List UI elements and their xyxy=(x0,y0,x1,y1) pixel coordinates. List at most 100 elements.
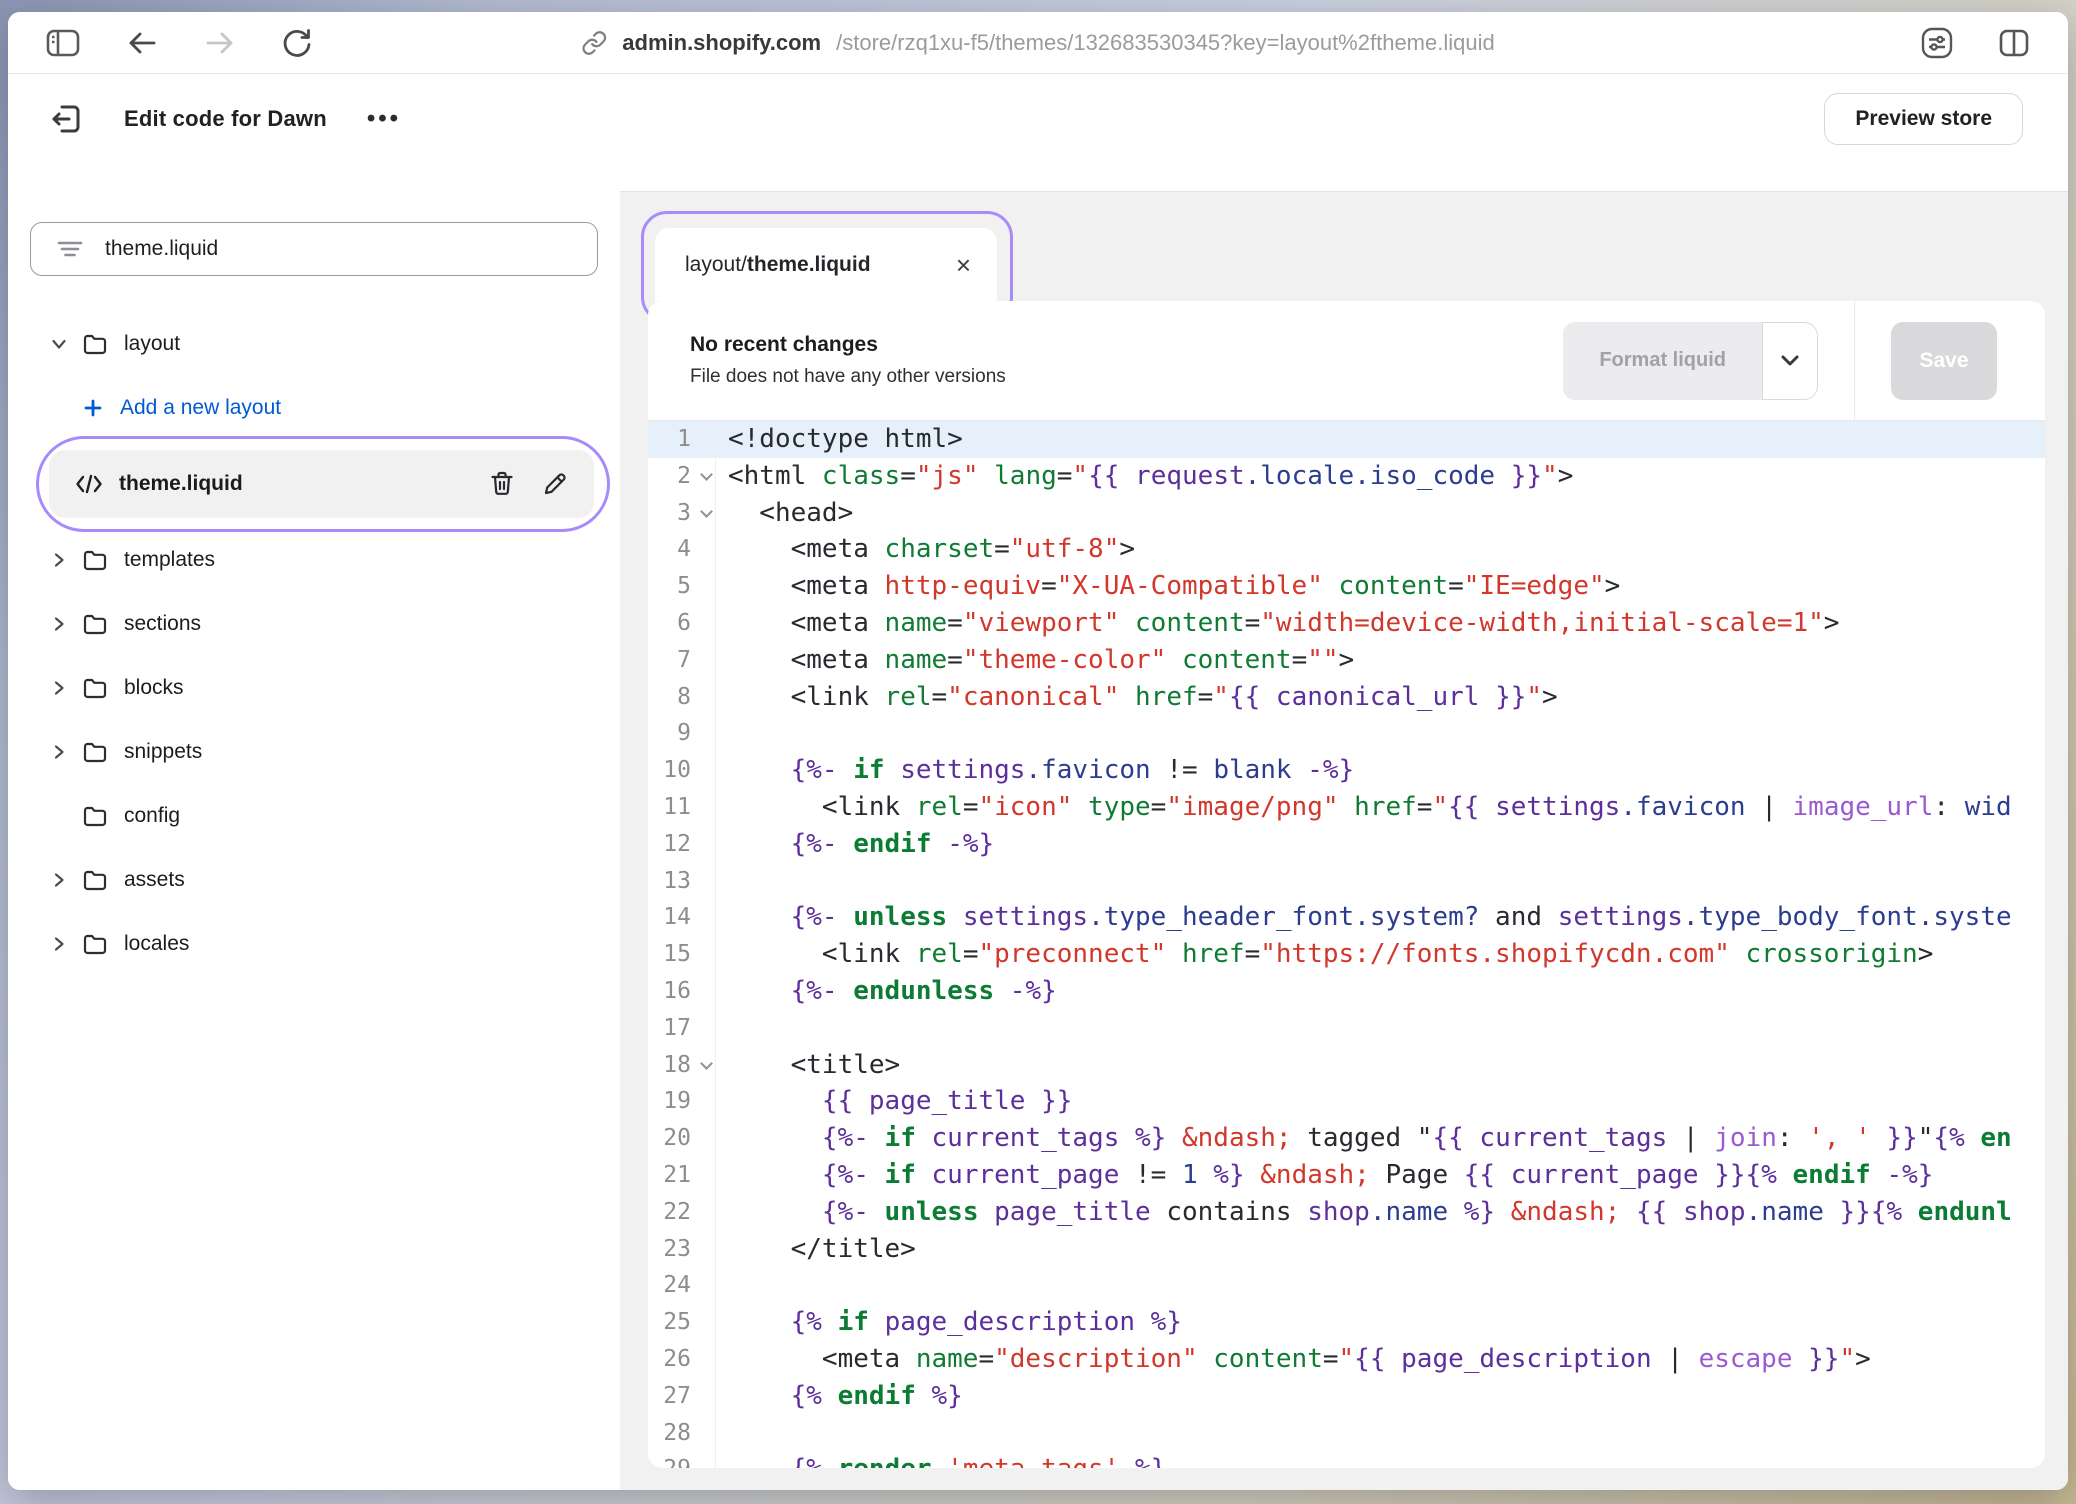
chevron-down-icon xyxy=(1780,354,1800,367)
chevron-down-icon[interactable] xyxy=(48,336,70,352)
page-title: Edit code for Dawn xyxy=(124,106,327,132)
folder-label: snippets xyxy=(124,740,202,764)
sidebar-item-templates[interactable]: templates xyxy=(8,528,620,592)
code-line-26[interactable]: 26 <meta name="description" content="{{ … xyxy=(648,1341,2045,1378)
code-line-19[interactable]: 19 {{ page_title }} xyxy=(648,1083,2045,1120)
panel-toggle-icon[interactable] xyxy=(46,29,80,57)
line-number: 6 xyxy=(648,605,715,642)
code-line-24[interactable]: 24 xyxy=(648,1267,2045,1304)
sidebar-item-theme-liquid[interactable]: theme.liquid xyxy=(49,450,594,518)
file-sidebar: theme.liquid layout Add a new layout theme… xyxy=(8,164,620,1490)
sidebar-item-assets[interactable]: assets xyxy=(8,848,620,912)
exit-editor-icon[interactable] xyxy=(48,101,84,137)
line-number: 9 xyxy=(648,715,715,752)
chevron-right-icon[interactable] xyxy=(48,615,70,633)
app-header: Edit code for Dawn ••• Preview store xyxy=(8,74,2068,164)
code-line-15[interactable]: 15 <link rel="preconnect" href="https://… xyxy=(648,936,2045,973)
line-number: 15 xyxy=(648,936,715,973)
chevron-right-icon[interactable] xyxy=(48,871,70,889)
code-file-icon xyxy=(75,473,103,495)
reload-icon[interactable] xyxy=(282,27,312,59)
fold-chevron-icon[interactable] xyxy=(700,505,713,518)
file-search-input[interactable]: theme.liquid xyxy=(30,222,598,276)
code-line-25[interactable]: 25 {% if page_description %} xyxy=(648,1304,2045,1341)
code-line-28[interactable]: 28 xyxy=(648,1415,2045,1452)
code-line-6[interactable]: 6 <meta name="viewport" content="width=d… xyxy=(648,605,2045,642)
code-line-10[interactable]: 10 {%- if settings.favicon != blank -%} xyxy=(648,752,2045,789)
code-line-content: <title> xyxy=(715,1047,2045,1084)
code-line-12[interactable]: 12 {%- endif -%} xyxy=(648,826,2045,863)
code-line-8[interactable]: 8 <link rel="canonical" href="{{ canonic… xyxy=(648,679,2045,716)
code-line-content: {%- unless settings.type_header_font.sys… xyxy=(715,899,2045,936)
chevron-right-icon[interactable] xyxy=(48,679,70,697)
browser-window: admin.shopify.com/store/rzq1xu-f5/themes… xyxy=(8,12,2068,1490)
more-options-icon[interactable]: ••• xyxy=(367,105,401,133)
code-line-content: {% if page_description %} xyxy=(715,1304,2045,1341)
sidebar-item-locales[interactable]: locales xyxy=(8,912,620,976)
code-line-content: {%- if settings.favicon != blank -%} xyxy=(715,752,2045,789)
address-bar[interactable]: admin.shopify.com/store/rzq1xu-f5/themes… xyxy=(581,12,1494,73)
code-editor[interactable]: 1<!doctype html>2<html class="js" lang="… xyxy=(648,421,2045,1468)
editor-toolbar: No recent changes File does not have any… xyxy=(648,301,2045,421)
folder-icon xyxy=(82,868,108,892)
sidebar-item-blocks[interactable]: blocks xyxy=(8,656,620,720)
format-liquid-caret-button[interactable] xyxy=(1762,322,1818,400)
code-line-7[interactable]: 7 <meta name="theme-color" content=""> xyxy=(648,642,2045,679)
code-line-17[interactable]: 17 xyxy=(648,1010,2045,1047)
chevron-right-icon[interactable] xyxy=(48,935,70,953)
code-line-1[interactable]: 1<!doctype html> xyxy=(648,421,2045,458)
code-line-23[interactable]: 23 </title> xyxy=(648,1231,2045,1268)
code-line-4[interactable]: 4 <meta charset="utf-8"> xyxy=(648,531,2045,568)
line-number: 13 xyxy=(648,863,715,900)
code-line-content: {% endif %} xyxy=(715,1378,2045,1415)
version-status-title: No recent changes xyxy=(690,333,1006,357)
sidebar-item-config[interactable]: config xyxy=(8,784,620,848)
code-line-5[interactable]: 5 <meta http-equiv="X-UA-Compatible" con… xyxy=(648,568,2045,605)
chevron-right-icon[interactable] xyxy=(48,743,70,761)
folder-label: layout xyxy=(124,332,180,356)
code-line-2[interactable]: 2<html class="js" lang="{{ request.local… xyxy=(648,458,2045,495)
folder-icon xyxy=(82,804,108,828)
preview-store-button[interactable]: Preview store xyxy=(1824,93,2023,145)
code-line-18[interactable]: 18 <title> xyxy=(648,1047,2045,1084)
code-line-29[interactable]: 29 {% render 'meta-tags' %} xyxy=(648,1451,2045,1468)
code-line-14[interactable]: 14 {%- unless settings.type_header_font.… xyxy=(648,899,2045,936)
line-number: 2 xyxy=(648,458,715,495)
code-line-13[interactable]: 13 xyxy=(648,863,2045,900)
line-number: 28 xyxy=(648,1415,715,1452)
chevron-right-icon[interactable] xyxy=(48,551,70,569)
code-line-21[interactable]: 21 {%- if current_page != 1 %} &ndash; P… xyxy=(648,1157,2045,1194)
rename-file-icon[interactable] xyxy=(542,471,568,497)
line-number: 25 xyxy=(648,1304,715,1341)
code-line-22[interactable]: 22 {%- unless page_title contains shop.n… xyxy=(648,1194,2045,1231)
code-line-11[interactable]: 11 <link rel="icon" type="image/png" hre… xyxy=(648,789,2045,826)
sidebar-action-add-a-new-layout[interactable]: Add a new layout xyxy=(8,376,620,440)
code-line-3[interactable]: 3 <head> xyxy=(648,495,2045,532)
code-line-9[interactable]: 9 xyxy=(648,715,2045,752)
forward-icon[interactable] xyxy=(204,30,236,56)
folder-icon xyxy=(82,676,108,700)
sidebar-item-sections[interactable]: sections xyxy=(8,592,620,656)
fold-chevron-icon[interactable] xyxy=(700,468,713,481)
back-icon[interactable] xyxy=(126,30,158,56)
tune-icon[interactable] xyxy=(1920,26,1954,60)
folder-icon xyxy=(82,612,108,636)
tab-path-prefix: layout/ xyxy=(685,253,747,277)
code-line-27[interactable]: 27 {% endif %} xyxy=(648,1378,2045,1415)
sidebar-item-layout[interactable]: layout xyxy=(8,312,620,376)
fold-chevron-icon[interactable] xyxy=(700,1057,713,1070)
filter-icon xyxy=(57,239,83,259)
tab-close-icon[interactable]: × xyxy=(956,252,971,278)
code-line-content: <head> xyxy=(715,495,2045,532)
code-line-16[interactable]: 16 {%- endunless -%} xyxy=(648,973,2045,1010)
code-line-content: {%- if current_page != 1 %} &ndash; Page… xyxy=(715,1157,2045,1194)
split-view-icon[interactable] xyxy=(1998,28,2030,58)
sidebar-item-snippets[interactable]: snippets xyxy=(8,720,620,784)
format-liquid-button[interactable]: Format liquid xyxy=(1563,322,1762,400)
code-line-content: <!doctype html> xyxy=(715,421,2045,458)
tab-layout-theme-liquid[interactable]: layout/theme.liquid × xyxy=(655,228,997,301)
folder-icon xyxy=(82,332,108,356)
save-button[interactable]: Save xyxy=(1891,322,1997,400)
delete-file-icon[interactable] xyxy=(490,471,514,497)
code-line-20[interactable]: 20 {%- if current_tags %} &ndash; tagged… xyxy=(648,1120,2045,1157)
